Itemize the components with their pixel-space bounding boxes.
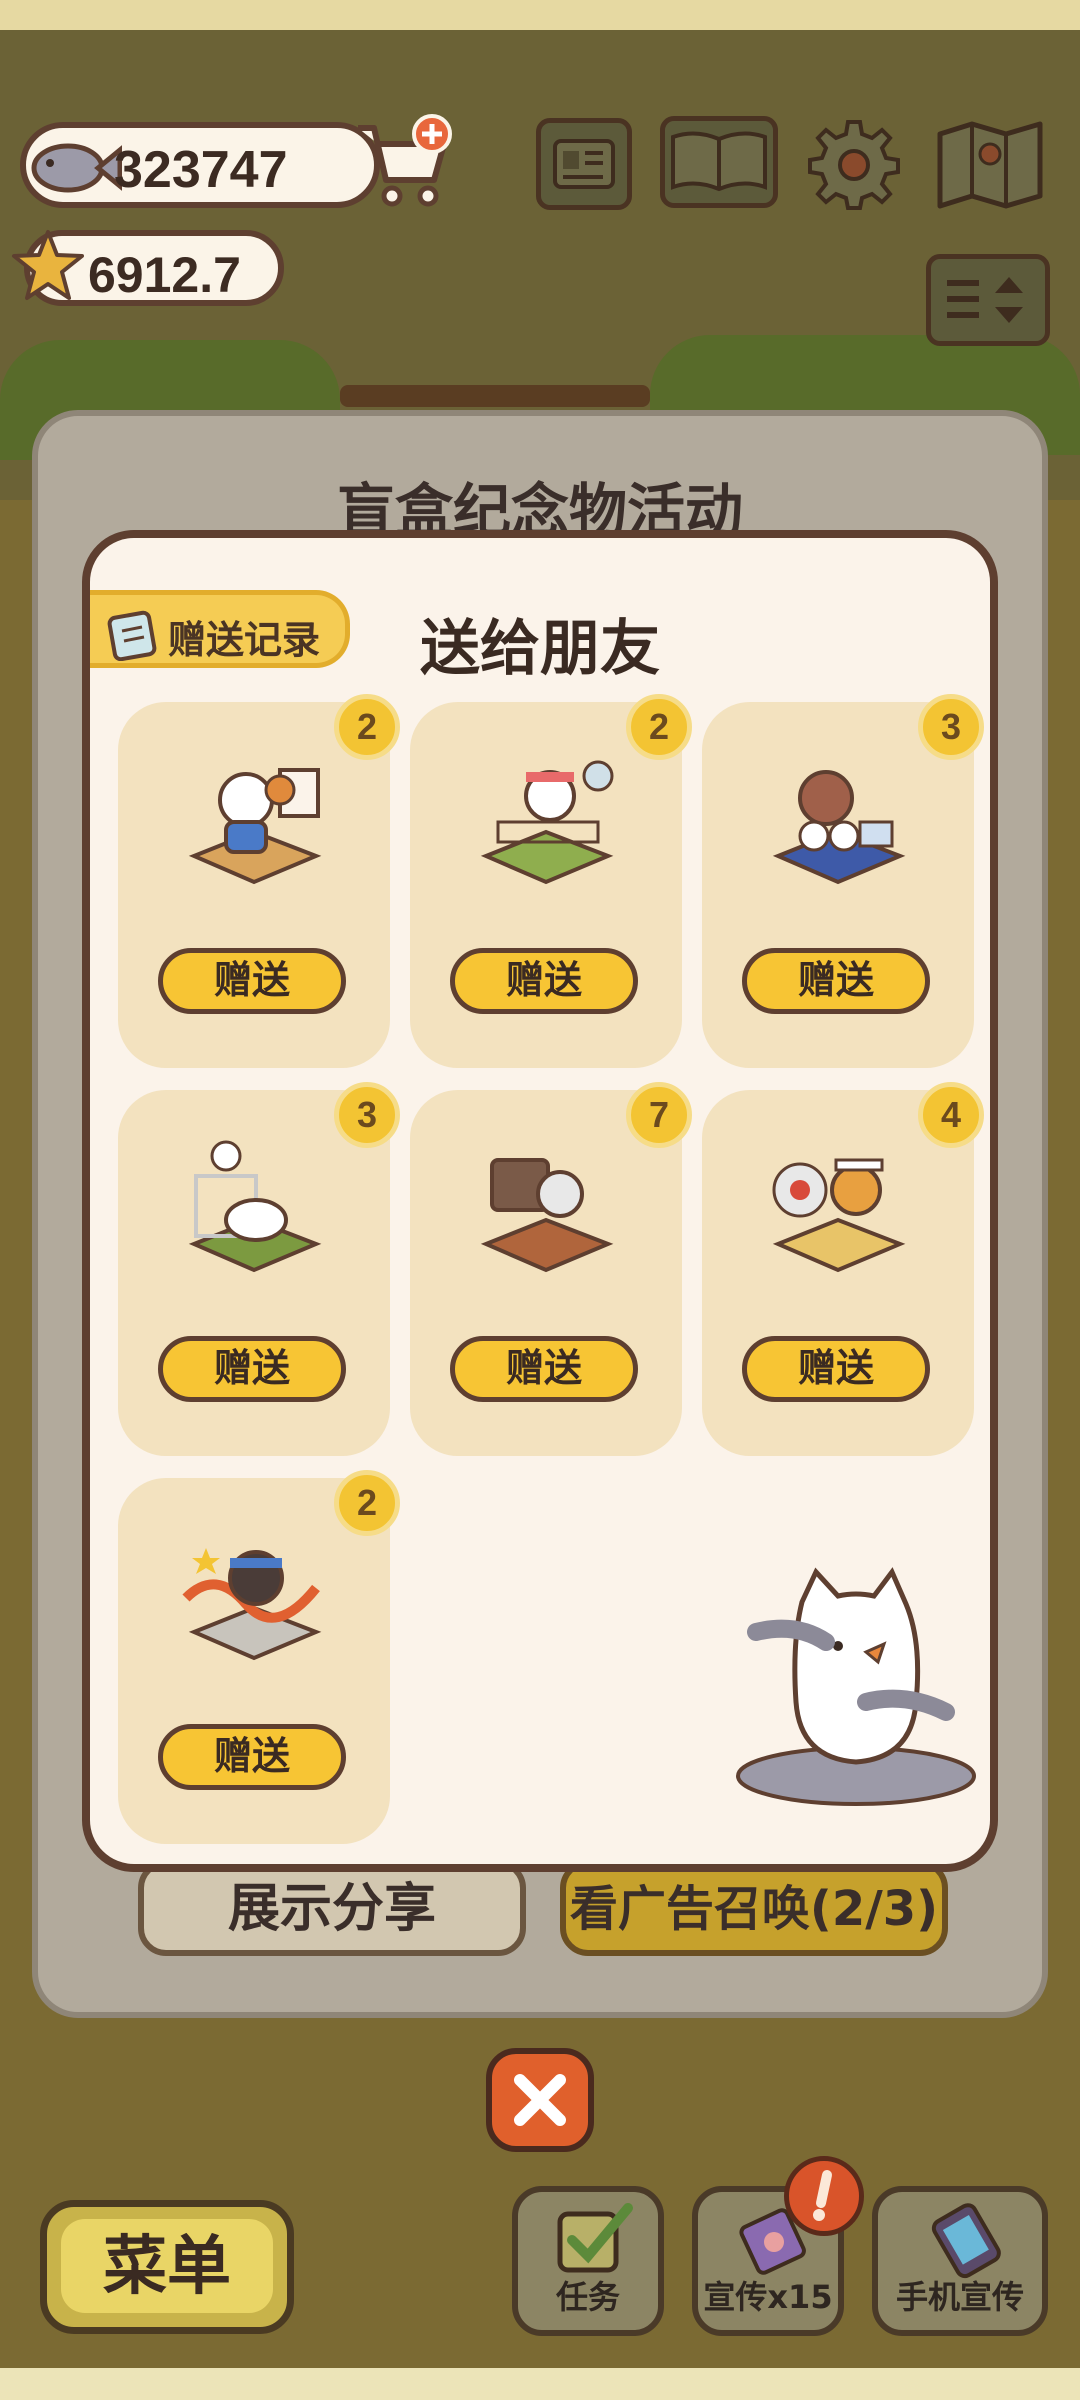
id-card-icon xyxy=(553,139,615,189)
gift-button[interactable]: 赠送 xyxy=(158,948,346,1014)
shop-cart-button[interactable] xyxy=(352,112,456,216)
soccer-cat-figure xyxy=(188,1140,322,1273)
modal-title: 送给朋友 xyxy=(420,614,660,684)
fish-icon xyxy=(31,143,122,193)
quantity-badge: 3 xyxy=(918,694,984,760)
boxing-cat-figure xyxy=(772,770,906,885)
quantity-badge: 4 xyxy=(918,1082,984,1148)
tasks-button[interactable]: 任务 xyxy=(512,2186,664,2336)
souvenir-card-boxing: 赠送 xyxy=(702,702,974,1068)
quantity-badge: 7 xyxy=(626,1082,692,1148)
share-display-button[interactable]: 展示分享 xyxy=(138,1860,526,1956)
star-count: 6912.7 xyxy=(88,247,241,303)
top-strip xyxy=(0,0,1080,30)
bottom-strip xyxy=(0,2368,1080,2400)
star-icon xyxy=(12,230,84,300)
watch-ad-summon-button[interactable]: 看广告召唤(2/3) xyxy=(560,1860,948,1956)
phone-promote-label: 手机宣传 xyxy=(895,2278,1024,2316)
close-icon xyxy=(514,2074,566,2126)
fish-count: 323747 xyxy=(114,141,288,199)
phone-icon xyxy=(931,2203,1001,2279)
quantity-badge: 2 xyxy=(334,694,400,760)
running-cat-figure xyxy=(182,1548,322,1661)
menu-label: 菜单 xyxy=(61,2219,273,2313)
profile-card-button[interactable] xyxy=(536,118,632,210)
layout-toggle-button[interactable] xyxy=(926,254,1050,346)
gift-button[interactable]: 赠送 xyxy=(450,948,638,1014)
souvenir-card-soccer: 赠送 xyxy=(118,1090,390,1456)
souvenir-card-basketball: 赠送 xyxy=(118,702,390,1068)
gift-button[interactable]: 赠送 xyxy=(158,1724,346,1790)
map-icon xyxy=(937,121,1043,209)
quantity-badge: 2 xyxy=(626,694,692,760)
phone-promote-button[interactable]: 手机宣传 xyxy=(872,2186,1048,2336)
map-button[interactable] xyxy=(934,116,1046,209)
menu-button[interactable]: 菜单 xyxy=(40,2200,294,2334)
fish-currency-display: 323747 xyxy=(20,122,380,208)
souvenir-card-baseball: 赠送 xyxy=(410,1090,682,1456)
souvenir-card-running: 赠送 xyxy=(118,1478,390,1844)
souvenir-card-archery: 赠送 xyxy=(702,1090,974,1456)
gift-button[interactable]: 赠送 xyxy=(450,1336,638,1402)
souvenir-card-tennis: 赠送 xyxy=(410,702,682,1068)
cat-book-button[interactable] xyxy=(660,116,778,208)
gift-button[interactable]: 赠送 xyxy=(742,948,930,1014)
cat-with-fish-illustration xyxy=(736,1567,976,1806)
archery-cat-figure xyxy=(772,1158,906,1273)
fence xyxy=(340,385,650,407)
gift-button[interactable]: 赠送 xyxy=(742,1336,930,1402)
book-icon xyxy=(671,131,767,192)
basketball-cat-figure xyxy=(188,768,322,885)
gift-to-friend-modal: 赠送记录 送给朋友 赠送 2 赠送 2 赠送 3 赠送 3 赠送 7 赠送 4 … xyxy=(82,530,998,1872)
tennis-cat-figure xyxy=(480,760,614,885)
quantity-badge: 2 xyxy=(334,1470,400,1536)
close-button[interactable] xyxy=(486,2048,594,2152)
quantity-badge: 3 xyxy=(334,1082,400,1148)
task-checkbox-icon xyxy=(557,2203,633,2273)
alert-badge xyxy=(784,2156,864,2236)
sort-icon xyxy=(947,277,1023,323)
promote-label: 宣传x15 xyxy=(703,2278,833,2316)
exclamation-icon xyxy=(813,2170,832,2221)
settings-gear-button[interactable] xyxy=(806,116,902,212)
tasks-label: 任务 xyxy=(555,2278,620,2316)
baseball-cat-figure xyxy=(480,1158,614,1273)
gift-button[interactable]: 赠送 xyxy=(158,1336,346,1402)
